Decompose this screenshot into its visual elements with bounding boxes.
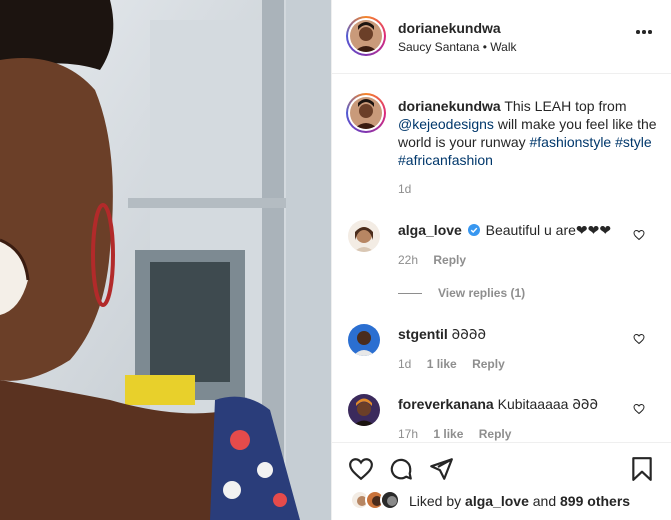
caption-avatar[interactable]	[346, 93, 386, 133]
post-details-panel: dorianekundwa Saucy Santana • Walk doria…	[331, 0, 671, 520]
liker-avatar	[380, 490, 400, 510]
liker-username[interactable]: alga_love	[465, 493, 529, 509]
commenter-username[interactable]: foreverkanana	[398, 396, 494, 412]
author-username[interactable]: dorianekundwa	[398, 20, 501, 36]
comment-icon[interactable]	[388, 456, 414, 482]
view-replies-button[interactable]: View replies (1)	[398, 286, 525, 300]
paper-plane-icon[interactable]	[428, 456, 454, 482]
comment-body: Beautiful u are❤❤❤	[485, 222, 612, 238]
comment-body: 𐐀𐐀𐐀𐐀	[451, 326, 487, 342]
audio-artist[interactable]: Saucy Santana	[398, 40, 479, 54]
audio-info: Saucy Santana • Walk	[398, 40, 517, 54]
video-frame	[0, 0, 331, 520]
comment-text: alga_love Beautiful u are❤❤❤	[398, 221, 611, 239]
hashtag[interactable]: #style	[615, 134, 652, 150]
comment-age[interactable]: 17h	[398, 427, 418, 441]
commenter-avatar[interactable]	[348, 394, 380, 426]
likes-joiner: and	[532, 493, 557, 509]
heart-icon[interactable]	[633, 229, 645, 241]
comments-list[interactable]: dorianekundwa This LEAH top from @kejeod…	[332, 75, 671, 442]
comment-text: foreverkanana Kubitaaaaa 𐐀𐐀𐐀	[398, 395, 598, 413]
reply-button[interactable]: Reply	[472, 357, 505, 371]
commenter-avatar[interactable]	[348, 324, 380, 356]
audio-track[interactable]: Walk	[490, 40, 516, 54]
comment-meta: 1d 1 like Reply	[398, 357, 517, 371]
caption-username[interactable]: dorianekundwa	[398, 98, 501, 114]
audio-separator: •	[482, 40, 487, 54]
comment-likes[interactable]: 1 like	[427, 357, 457, 371]
comment-age[interactable]: 1d	[398, 357, 411, 371]
commenter-username[interactable]: alga_love	[398, 222, 462, 238]
caption-age[interactable]: 1d	[398, 182, 411, 196]
hashtag[interactable]: #fashionstyle	[530, 134, 612, 150]
heart-icon[interactable]	[633, 403, 645, 415]
heart-icon[interactable]	[633, 333, 645, 345]
comment-age[interactable]: 22h	[398, 253, 418, 267]
verified-badge-icon	[467, 224, 480, 236]
caption-body-start: This LEAH top from	[504, 98, 627, 114]
caption-text: dorianekundwa This LEAH top from @kejeod…	[398, 97, 660, 169]
bookmark-icon[interactable]	[629, 456, 655, 482]
author-avatar[interactable]	[346, 16, 386, 56]
comment-meta: 17h 1 like Reply	[398, 427, 523, 441]
comment-meta: 22h Reply	[398, 253, 478, 267]
comment-text: stgentil 𐐀𐐀𐐀𐐀	[398, 325, 486, 343]
reply-button[interactable]: Reply	[433, 253, 466, 267]
likes-others-link[interactable]: 899 others	[560, 493, 630, 509]
heart-icon[interactable]	[348, 456, 374, 482]
commenter-username[interactable]: stgentil	[398, 326, 448, 342]
likes-prefix: Liked by	[409, 493, 462, 509]
post-actions: Liked by alga_love and 899 others	[332, 442, 671, 520]
more-icon[interactable]	[636, 30, 652, 36]
caption-mention[interactable]: @kejeodesigns	[398, 116, 494, 132]
post-header: dorianekundwa Saucy Santana • Walk	[332, 0, 671, 74]
likes-summary: Liked by alga_love and 899 others	[409, 493, 630, 509]
post-video[interactable]	[0, 0, 331, 520]
view-replies-label: View replies (1)	[438, 286, 526, 300]
reply-button[interactable]: Reply	[479, 427, 512, 441]
replies-divider	[398, 293, 422, 295]
comment-likes[interactable]: 1 like	[433, 427, 463, 441]
commenter-avatar[interactable]	[348, 220, 380, 252]
hashtag[interactable]: #africanfashion	[398, 152, 493, 168]
comment-body: Kubitaaaaa 𐐀𐐀𐐀	[497, 396, 599, 412]
